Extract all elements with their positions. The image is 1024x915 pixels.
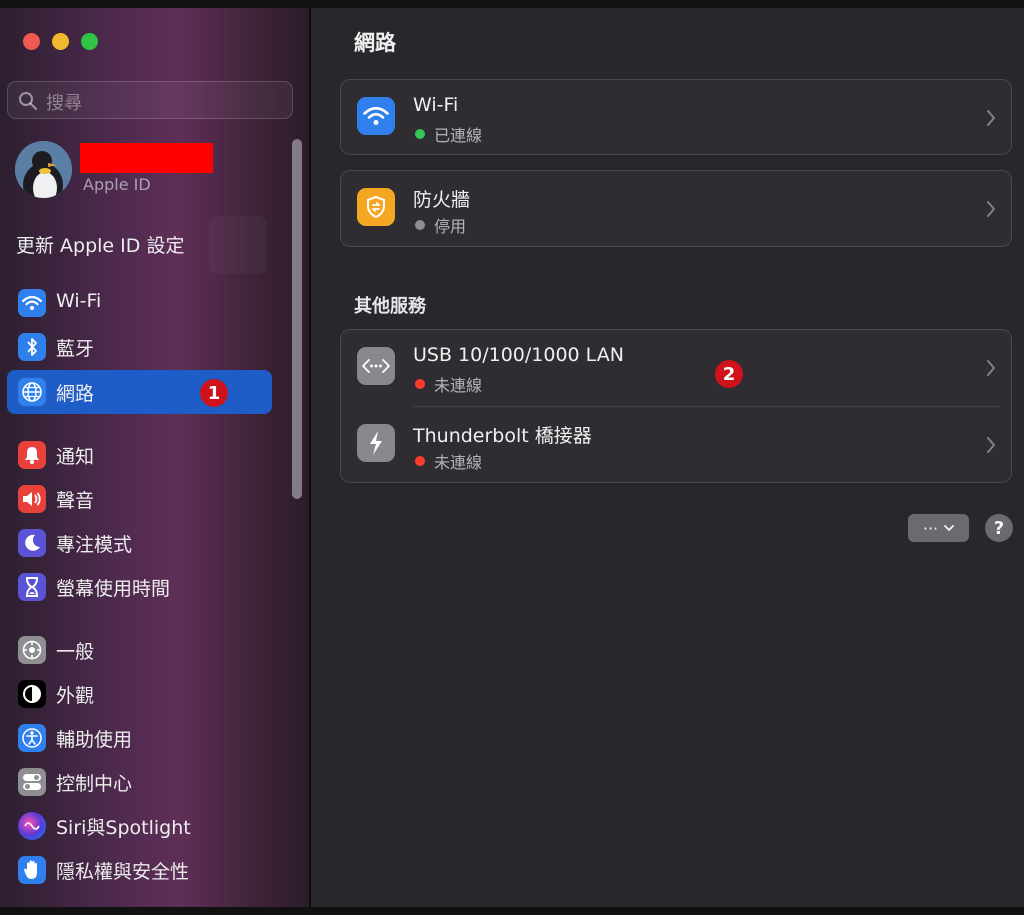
search-icon — [19, 92, 38, 111]
sidebar-item-network[interactable]: 網路 1 — [7, 370, 272, 414]
service-row-usb-lan[interactable]: USB 10/100/1000 LAN 未連線 2 — [341, 330, 1011, 406]
sidebar-item-general[interactable]: 一般 — [7, 628, 272, 672]
service-status: 停用 — [415, 213, 466, 237]
toggles-icon — [18, 768, 46, 796]
sidebar-item-bluetooth[interactable]: 藍牙 — [7, 325, 272, 369]
more-actions-button[interactable]: ··· — [908, 514, 969, 542]
ethernet-icon — [357, 347, 395, 385]
sidebar-item-screen-time[interactable]: 螢幕使用時間 — [7, 565, 272, 609]
other-services-card: USB 10/100/1000 LAN 未連線 2 Thunderbolt 橋接… — [340, 329, 1012, 483]
sidebar-item-label: 通知 — [56, 446, 95, 468]
sidebar-item-label: 一般 — [56, 641, 95, 663]
gear-icon — [18, 636, 46, 664]
service-status: 未連線 — [415, 449, 482, 473]
sidebar-item-label: Wi-Fi — [56, 290, 102, 312]
status-dot-gray — [415, 220, 425, 230]
service-name: Thunderbolt 橋接器 — [413, 425, 592, 447]
sidebar-item-label: 控制中心 — [56, 773, 133, 795]
chevron-right-icon — [987, 437, 995, 453]
avatar — [15, 141, 72, 198]
siri-icon — [18, 812, 46, 840]
hand-icon — [18, 856, 46, 884]
sidebar-item-label: 外觀 — [56, 685, 95, 707]
sidebar-item-label: 專注模式 — [56, 534, 133, 556]
service-status: 未連線 — [415, 372, 482, 396]
section-title-other-services: 其他服務 — [354, 296, 426, 317]
service-status-text: 未連線 — [434, 453, 483, 472]
sidebar-item-label: 輔助使用 — [56, 729, 133, 751]
sidebar-item-siri-spotlight[interactable]: Siri與Spotlight — [7, 804, 272, 848]
zoom-window-button[interactable] — [81, 33, 98, 50]
more-label: ··· — [922, 518, 939, 538]
sidebar-item-label: 隱私權與安全性 — [56, 861, 190, 883]
search-field[interactable]: 搜尋 — [7, 81, 293, 119]
sidebar-item-label: 螢幕使用時間 — [56, 578, 171, 600]
sidebar-item-notifications[interactable]: 通知 — [7, 433, 272, 477]
wifi-icon — [18, 289, 46, 317]
service-status-text: 已連線 — [434, 126, 483, 145]
sidebar-item-control-center[interactable]: 控制中心 — [7, 760, 272, 804]
window-bottom-edge — [0, 907, 1024, 915]
window-controls — [23, 33, 98, 50]
service-status-text: 停用 — [434, 217, 467, 236]
sidebar: 搜尋 Apple ID 更新 Apple ID 設定 Wi-Fi 藍牙 網路 1… — [0, 8, 309, 907]
sidebar-item-label: 聲音 — [56, 490, 95, 512]
sidebar-item-accessibility[interactable]: 輔助使用 — [7, 716, 272, 760]
apple-id-profile[interactable]: Apple ID — [15, 141, 295, 205]
service-status: 已連線 — [415, 122, 482, 146]
penguin-avatar-icon — [15, 141, 72, 198]
chevron-right-icon — [987, 110, 995, 126]
wifi-icon — [357, 97, 395, 135]
window-top-edge — [0, 0, 1024, 8]
sidebar-item-appearance[interactable]: 外觀 — [7, 672, 272, 716]
appearance-icon — [18, 680, 46, 708]
sidebar-item-privacy-security[interactable]: 隱私權與安全性 — [7, 848, 272, 892]
service-name: 防火牆 — [413, 189, 471, 211]
update-indicator — [209, 216, 267, 274]
chevron-right-icon — [987, 360, 995, 376]
page-title: 網路 — [354, 31, 396, 55]
sidebar-item-label: Siri與Spotlight — [56, 817, 191, 839]
thunderbolt-icon — [357, 424, 395, 462]
annotation-badge: 2 — [715, 360, 743, 388]
minimize-window-button[interactable] — [52, 33, 69, 50]
firewall-icon — [357, 188, 395, 226]
close-window-button[interactable] — [23, 33, 40, 50]
sidebar-item-focus[interactable]: 專注模式 — [7, 521, 272, 565]
wifi-service-card: Wi-Fi 已連線 — [340, 79, 1012, 155]
service-name: USB 10/100/1000 LAN — [413, 344, 624, 366]
moon-icon — [18, 529, 46, 557]
globe-icon — [18, 378, 46, 406]
bell-icon — [18, 441, 46, 469]
speaker-icon — [18, 485, 46, 513]
service-name: Wi-Fi — [413, 94, 459, 116]
apple-id-label: Apple ID — [83, 175, 151, 194]
firewall-service-card: 防火牆 停用 — [340, 170, 1012, 247]
hourglass-icon — [18, 573, 46, 601]
chevron-down-icon — [944, 524, 955, 531]
search-placeholder: 搜尋 — [46, 93, 82, 114]
sidebar-item-wifi[interactable]: Wi-Fi — [7, 281, 272, 325]
service-row-wifi[interactable]: Wi-Fi 已連線 — [341, 80, 1011, 156]
status-dot-red — [415, 456, 425, 466]
sidebar-item-sound[interactable]: 聲音 — [7, 477, 272, 521]
status-dot-red — [415, 379, 425, 389]
network-pane: 網路 Wi-Fi 已連線 防火牆 停用 其他服務 USB 10/100/1000… — [311, 8, 1024, 907]
sidebar-scrollbar[interactable] — [292, 139, 302, 499]
status-dot-green — [415, 129, 425, 139]
sidebar-item-label: 網路 — [56, 383, 95, 405]
sidebar-item-label: 藍牙 — [56, 338, 95, 360]
service-row-firewall[interactable]: 防火牆 停用 — [341, 171, 1011, 247]
bluetooth-icon — [18, 333, 46, 361]
help-button[interactable]: ? — [985, 514, 1013, 542]
redacted-name — [80, 143, 213, 173]
service-row-thunderbolt[interactable]: Thunderbolt 橋接器 未連線 — [341, 407, 1011, 483]
annotation-badge: 1 — [200, 379, 228, 407]
chevron-right-icon — [987, 201, 995, 217]
service-status-text: 未連線 — [434, 376, 483, 395]
accessibility-icon — [18, 724, 46, 752]
update-apple-id-settings[interactable]: 更新 Apple ID 設定 — [16, 231, 184, 258]
